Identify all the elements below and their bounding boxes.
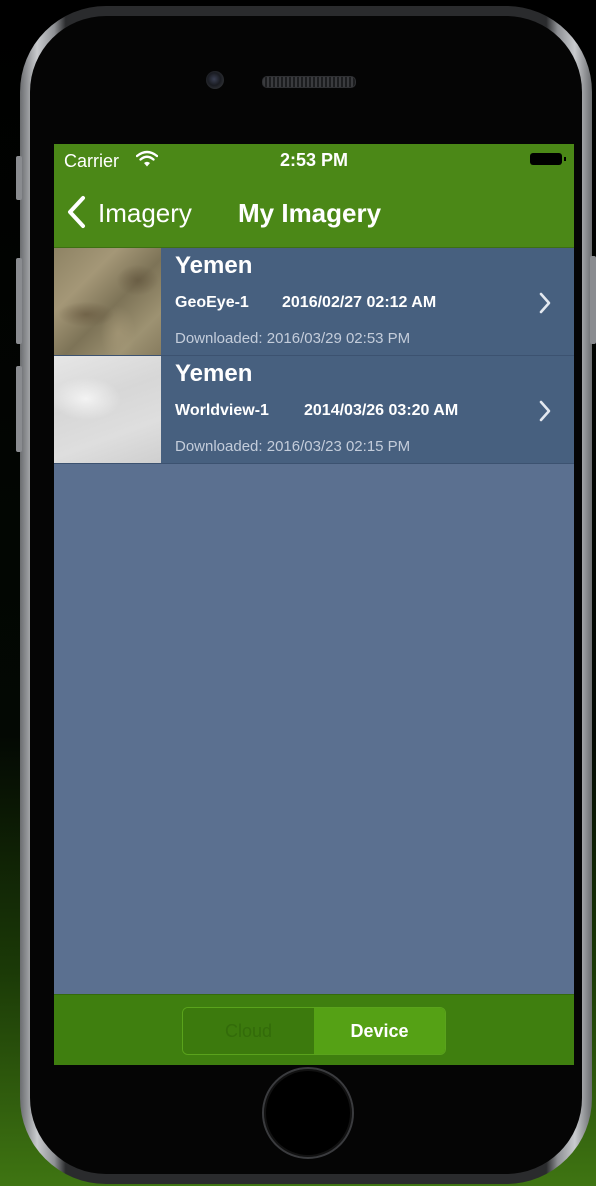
mute-switch: [16, 156, 22, 200]
status-time: 2:53 PM: [279, 150, 349, 170]
front-camera: [206, 71, 224, 89]
item-title: Yemen: [175, 360, 253, 387]
chevron-right-icon: [538, 399, 552, 428]
segment-cloud[interactable]: Cloud: [183, 1008, 314, 1054]
item-title: Yemen: [175, 252, 253, 279]
status-bar: Carrier 2:53 PM: [54, 144, 574, 177]
satellite-thumbnail: [54, 248, 161, 355]
item-capture-date: 2014/03/26 03:20 AM: [304, 402, 459, 419]
source-segmented-control: Cloud Device: [182, 1007, 446, 1055]
chevron-right-icon: [538, 291, 552, 320]
home-button[interactable]: [262, 1067, 354, 1159]
item-sensor: GeoEye-1: [175, 294, 249, 311]
satellite-thumbnail: [54, 356, 161, 463]
page-title: My Imagery: [238, 198, 382, 228]
power-button: [590, 256, 596, 344]
back-button[interactable]: Imagery: [98, 198, 192, 229]
battery-icon: [530, 153, 566, 165]
app-screen: Carrier 2:53 PM Imagery My Imagery Yemen…: [54, 144, 574, 1065]
list-item[interactable]: Yemen Worldview-1 2014/03/26 03:20 AM Do…: [54, 356, 574, 464]
list-item[interactable]: Yemen GeoEye-1 2016/02/27 02:12 AM Downl…: [54, 248, 574, 356]
back-chevron-icon[interactable]: [66, 195, 88, 234]
item-downloaded: Downloaded: 2016/03/23 02:15 PM: [175, 438, 411, 455]
item-capture-date: 2016/02/27 02:12 AM: [282, 294, 437, 311]
item-sensor: Worldview-1: [175, 402, 269, 419]
navigation-bar: Imagery My Imagery: [54, 177, 574, 248]
item-downloaded: Downloaded: 2016/03/29 02:53 PM: [175, 330, 411, 347]
segment-device[interactable]: Device: [314, 1008, 445, 1054]
volume-down-button: [16, 366, 22, 452]
imagery-list: Yemen GeoEye-1 2016/02/27 02:12 AM Downl…: [54, 248, 574, 464]
bottom-toolbar: Cloud Device: [54, 994, 574, 1065]
volume-up-button: [16, 258, 22, 344]
earpiece-speaker: [262, 76, 356, 88]
